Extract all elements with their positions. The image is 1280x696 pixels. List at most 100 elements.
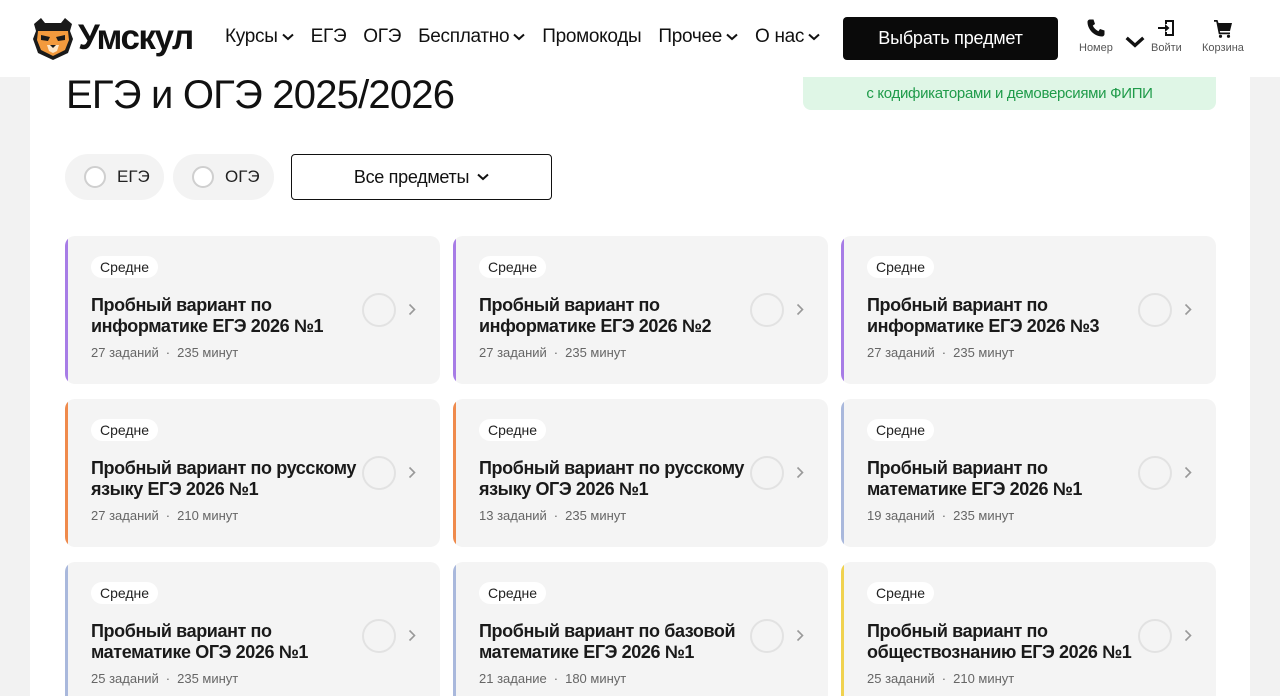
progress-ring-icon (750, 293, 784, 327)
card-meta: 27 заданий · 235 минут (867, 345, 1015, 360)
chevron-right-icon (1184, 629, 1192, 642)
progress-ring-icon (1138, 619, 1172, 653)
cart-label: Корзина (1202, 42, 1244, 54)
tasks-count: 27 заданий (479, 345, 547, 360)
difficulty-badge: Средне (479, 582, 547, 604)
chevron-right-icon (408, 629, 416, 642)
chevron-right-icon (1184, 303, 1192, 316)
nav-item-label: О нас (755, 26, 805, 47)
exam-variants-grid: Средне Пробный вариант по информатике ЕГ… (65, 236, 1216, 696)
nav-item-free[interactable]: Бесплатно (418, 26, 525, 48)
phone-label: Номер (1079, 42, 1113, 54)
filter-radio-label: ОГЭ (225, 167, 260, 186)
card-title: Пробный вариант по информатике ЕГЭ 2026 … (867, 295, 1100, 336)
choose-subject-button[interactable]: Выбрать предмет (843, 17, 1058, 60)
variant-card[interactable]: Средне Пробный вариант по математике ОГЭ… (65, 562, 440, 696)
variant-card[interactable]: Средне Пробный вариант по информатике ЕГ… (841, 236, 1216, 384)
difficulty-badge: Средне (867, 256, 935, 278)
difficulty-badge: Средне (867, 419, 935, 441)
nav-item-promocodes[interactable]: Промокоды (542, 26, 641, 48)
card-meta: 25 заданий · 210 минут (867, 671, 1015, 686)
nav-item-ege[interactable]: ЕГЭ (311, 26, 347, 48)
nav-item-label: Прочее (658, 26, 722, 47)
login-label: Войти (1151, 42, 1182, 54)
difficulty-badge: Средне (91, 419, 159, 441)
chevron-right-icon (796, 629, 804, 642)
nav-item-label: ОГЭ (363, 26, 402, 47)
duration: 235 минут (177, 345, 239, 360)
variant-card[interactable]: Средне Пробный вариант по русскому языку… (453, 399, 828, 547)
chevron-down-icon (726, 33, 738, 41)
main-nav: Курсы ЕГЭ ОГЭ Бесплатно Промокоды Прочее… (225, 26, 837, 48)
tasks-count: 27 заданий (91, 508, 159, 523)
login-button[interactable]: Войти (1151, 18, 1182, 54)
chevron-right-icon (408, 303, 416, 316)
progress-ring-icon (1138, 293, 1172, 327)
difficulty-badge: Средне (91, 256, 159, 278)
card-accent-bar (841, 399, 844, 547)
difficulty-badge: Средне (479, 256, 547, 278)
nav-item-label: Промокоды (542, 26, 642, 47)
phone-icon (1087, 19, 1105, 37)
login-icon (1158, 20, 1175, 36)
nav-item-label: Курсы (225, 26, 278, 47)
duration: 210 минут (177, 508, 239, 523)
variant-card[interactable]: Средне Пробный вариант по обществознанию… (841, 562, 1216, 696)
chevron-down-icon (808, 33, 820, 41)
tasks-count: 27 заданий (91, 345, 159, 360)
phone-button[interactable]: Номер (1079, 18, 1145, 54)
card-accent-bar (65, 562, 68, 696)
nav-item-about[interactable]: О нас (755, 26, 820, 48)
tasks-count: 25 заданий (91, 671, 159, 686)
duration: 180 минут (565, 671, 627, 686)
nav-item-courses[interactable]: Курсы (225, 26, 294, 48)
variant-card[interactable]: Средне Пробный вариант по русскому языку… (65, 399, 440, 547)
card-title: Пробный вариант по обществознанию ЕГЭ 20… (867, 621, 1132, 662)
tasks-count: 27 заданий (867, 345, 935, 360)
variant-card[interactable]: Средне Пробный вариант по информатике ЕГ… (453, 236, 828, 384)
card-accent-bar (65, 399, 68, 547)
chevron-right-icon (796, 466, 804, 479)
difficulty-badge: Средне (479, 419, 547, 441)
card-meta: 25 заданий · 235 минут (91, 671, 239, 686)
card-meta: 13 заданий · 235 минут (479, 508, 627, 523)
variant-card[interactable]: Средне Пробный вариант по математике ЕГЭ… (841, 399, 1216, 547)
nav-item-label: Бесплатно (418, 26, 510, 47)
radio-circle (192, 166, 214, 188)
progress-ring-icon (362, 456, 396, 490)
logo[interactable]: Умскул (30, 14, 194, 62)
nav-item-other[interactable]: Прочее (658, 26, 738, 48)
chevron-right-icon (796, 303, 804, 316)
card-meta: 19 заданий · 235 минут (867, 508, 1015, 523)
chevron-right-icon (408, 466, 416, 479)
radio-circle (84, 166, 106, 188)
page-title: ЕГЭ и ОГЭ 2025/2026 (66, 73, 455, 117)
card-accent-bar (453, 236, 456, 384)
variant-card[interactable]: Средне Пробный вариант по базовой матема… (453, 562, 828, 696)
duration: 235 минут (565, 345, 627, 360)
card-accent-bar (65, 236, 68, 384)
chevron-down-icon (477, 173, 489, 181)
nav-item-oge[interactable]: ОГЭ (363, 26, 401, 48)
progress-ring-icon (750, 456, 784, 490)
fipi-notice: с кодификаторами и демоверсиями ФИПИ (803, 77, 1216, 110)
cart-button[interactable]: Корзина (1202, 18, 1244, 54)
subject-select[interactable]: Все предметы (291, 154, 552, 200)
site-header: Умскул Курсы ЕГЭ ОГЭ Бесплатно Промокоды… (0, 0, 1280, 77)
variant-card[interactable]: Средне Пробный вариант по информатике ЕГ… (65, 236, 440, 384)
chevron-down-icon (281, 33, 294, 41)
duration: 235 минут (177, 671, 239, 686)
progress-ring-icon (750, 619, 784, 653)
filter-radio-oge[interactable]: ОГЭ (173, 154, 274, 200)
cart-icon (1213, 20, 1232, 38)
difficulty-badge: Средне (91, 582, 159, 604)
tasks-count: 13 заданий (479, 508, 547, 523)
duration: 235 минут (953, 508, 1015, 523)
bear-logo-icon (33, 18, 73, 60)
tasks-count: 19 заданий (867, 508, 935, 523)
card-meta: 27 заданий · 210 минут (91, 508, 239, 523)
filter-radio-ege[interactable]: ЕГЭ (65, 154, 164, 200)
card-meta: 27 заданий · 235 минут (479, 345, 627, 360)
progress-ring-icon (1138, 456, 1172, 490)
tasks-count: 21 задание (479, 671, 547, 686)
